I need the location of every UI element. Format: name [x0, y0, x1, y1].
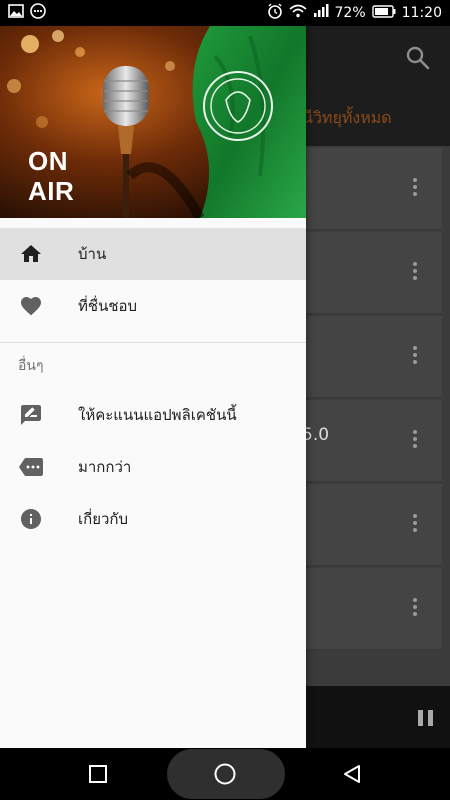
home-icon — [19, 242, 43, 266]
drawer-item-rate-app[interactable]: ให้คะแนนแอปพลิเคชันนี้ — [0, 389, 306, 441]
more-vert-icon[interactable] — [412, 346, 418, 366]
more-vert-icon[interactable] — [412, 262, 418, 282]
on-air-line-1: ON — [28, 146, 68, 176]
list-item[interactable] — [296, 232, 442, 314]
battery-icon — [371, 4, 396, 22]
list-item[interactable] — [296, 316, 442, 398]
search-icon[interactable] — [404, 44, 432, 72]
chat-notification-icon — [30, 3, 46, 23]
back-triangle-icon[interactable] — [334, 748, 370, 800]
drawer-item-favorites[interactable]: ที่ชื่นชอบ — [0, 280, 306, 332]
home-circle-icon[interactable] — [207, 748, 243, 800]
status-right: 72% 11:20 — [267, 3, 442, 23]
list-item[interactable] — [296, 568, 442, 650]
drawer-item-label: ที่ชื่นชอบ — [78, 297, 138, 315]
drawer-spacer — [0, 218, 306, 228]
battery-percent: 72% — [334, 5, 366, 21]
recents-square-icon[interactable] — [80, 748, 116, 800]
list-item[interactable] — [296, 148, 442, 230]
drawer-item-label: เกี่ยวกับ — [78, 510, 129, 528]
app-screen: 72% 11:20 นีวิทยุทั้งหมด 5.0 ON AIR บ้าน… — [0, 0, 450, 800]
navigation-drawer: ON AIR บ้าน ที่ชื่นชอบ อื่นๆ ให้คะแนนแอป… — [0, 26, 306, 748]
more-tag-icon — [19, 455, 43, 479]
pause-icon[interactable] — [418, 710, 436, 728]
on-air-line-2: AIR — [28, 176, 75, 206]
more-vert-icon[interactable] — [412, 178, 418, 198]
list-item[interactable]: 5.0 — [296, 400, 442, 482]
status-bar: 72% 11:20 — [0, 0, 450, 26]
image-notification-icon — [8, 4, 24, 22]
on-air-banner-text: ON AIR — [28, 146, 74, 206]
signal-icon — [313, 4, 329, 22]
list-item[interactable] — [296, 484, 442, 566]
wifi-icon — [288, 4, 307, 22]
clock: 11:20 — [401, 5, 442, 21]
tab-all-radio[interactable]: นีวิทยุทั้งหมด — [302, 106, 392, 131]
drawer-section-title: อื่นๆ — [18, 358, 44, 374]
alarm-icon — [267, 3, 283, 23]
heart-icon — [19, 294, 43, 318]
drawer-item-home[interactable]: บ้าน — [0, 228, 306, 280]
drawer-header-banner: ON AIR — [0, 26, 306, 218]
drawer-item-label: บ้าน — [78, 245, 107, 263]
more-vert-icon[interactable] — [412, 598, 418, 618]
info-icon — [19, 507, 43, 531]
more-vert-icon[interactable] — [412, 514, 418, 534]
drawer-item-label: มากกว่า — [78, 458, 132, 476]
station-frequency: 5.0 — [302, 425, 330, 445]
drawer-item-more[interactable]: มากกว่า — [0, 441, 306, 493]
status-left — [8, 3, 46, 23]
drawer-item-label: ให้คะแนนแอปพลิเคชันนี้ — [78, 406, 237, 424]
system-navigation-bar — [0, 748, 450, 800]
more-vert-icon[interactable] — [412, 430, 418, 450]
drawer-item-about[interactable]: เกี่ยวกับ — [0, 493, 306, 545]
rate-review-icon — [19, 403, 43, 427]
